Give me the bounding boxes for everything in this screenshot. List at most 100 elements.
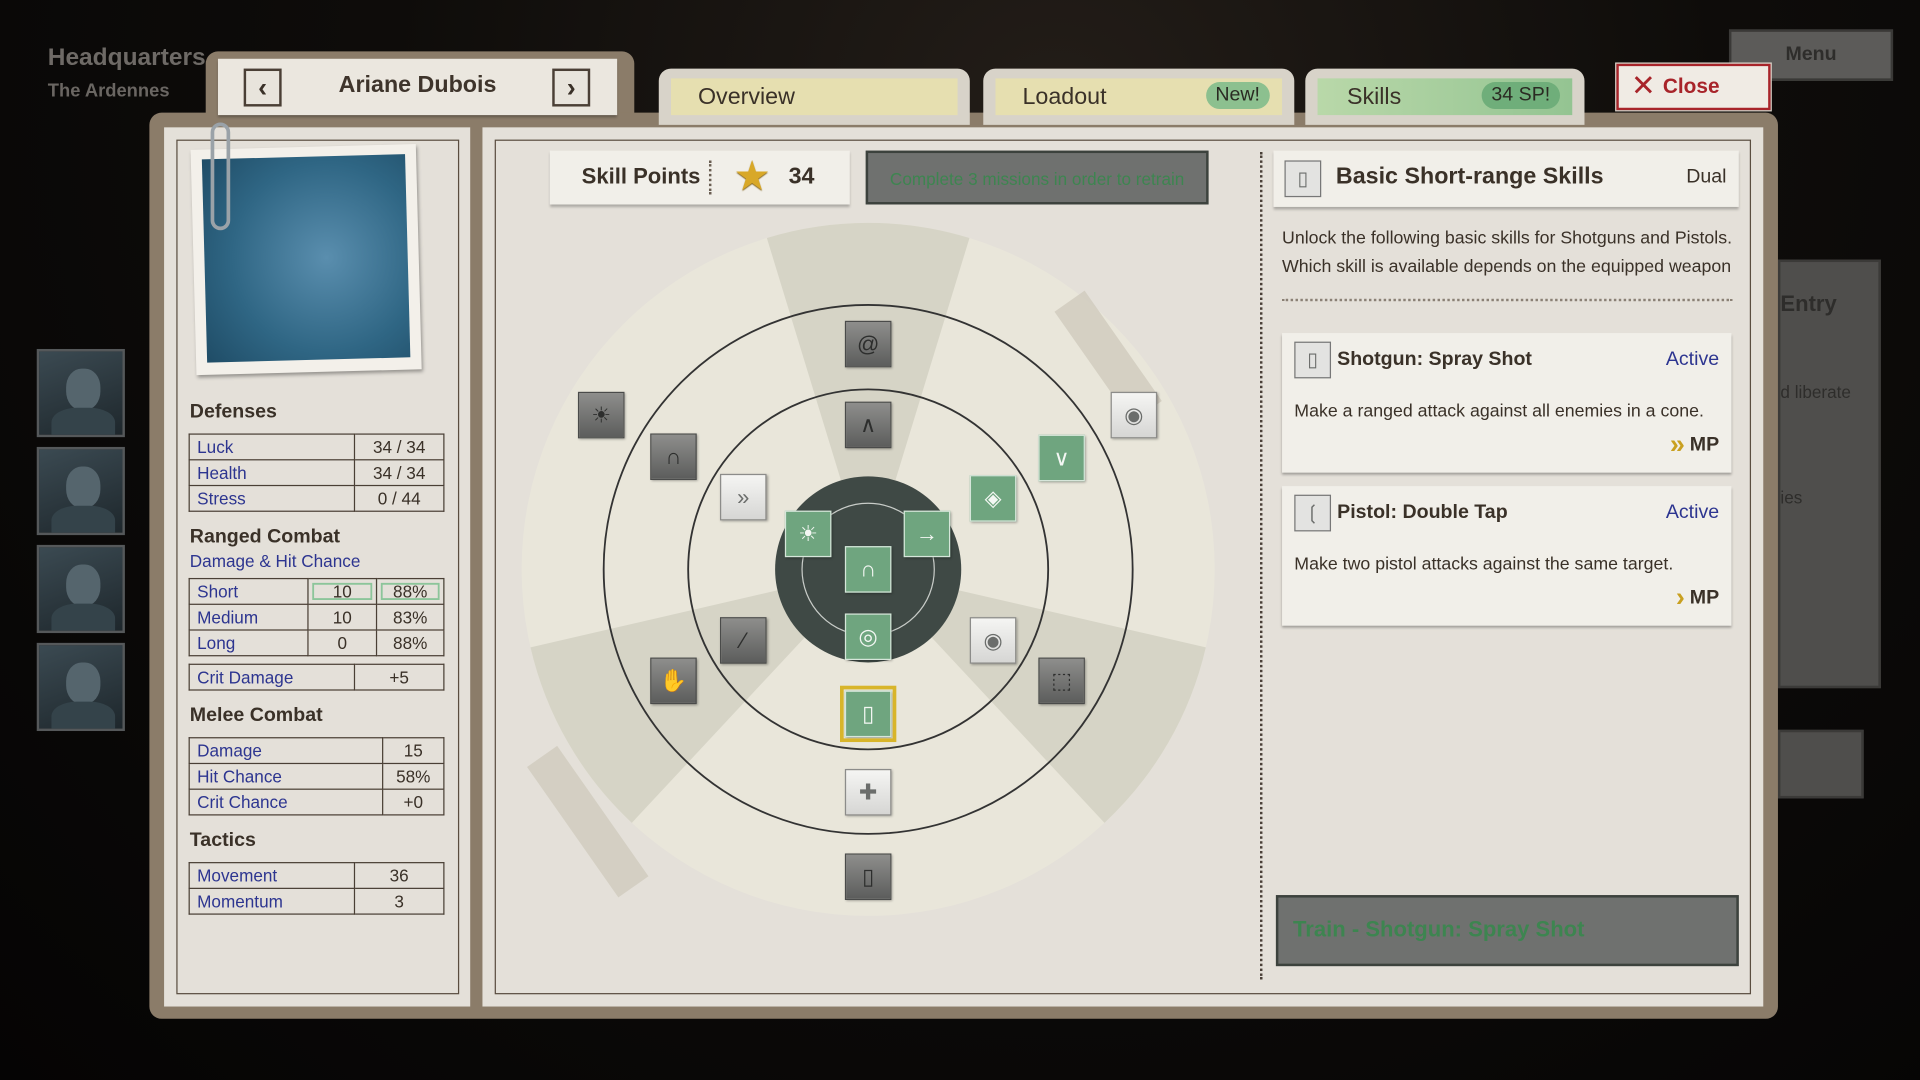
squad-portrait-4[interactable] — [36, 642, 125, 732]
target-icon: ◎ — [858, 623, 878, 649]
stat-label: Damage — [188, 737, 384, 765]
paperclip — [210, 122, 231, 231]
skill-node[interactable]: @ — [844, 320, 892, 368]
defenses-table: Luck 34 / 34 Health 34 / 34 Stress 0 / 44 — [188, 433, 445, 512]
stat-label: Hit Chance — [188, 762, 384, 790]
skill-node[interactable]: » — [720, 473, 767, 521]
character-selector: ‹ Ariane Dubois › — [217, 58, 618, 116]
skill-node[interactable]: ✋ — [650, 657, 697, 705]
bullets-icon: ❲ — [1294, 494, 1332, 532]
skill-node[interactable]: ☀ — [577, 391, 625, 439]
skill-status: Active — [1665, 348, 1720, 370]
skill-name: Pistol: Double Tap — [1337, 502, 1508, 523]
squad-portrait-1[interactable] — [36, 348, 125, 438]
chevron-left-icon: ‹ — [258, 71, 268, 103]
stat-label: Short — [188, 577, 309, 605]
skill-detail-title: Basic Short-range Skills — [1335, 164, 1604, 190]
radiant-figure-icon: ☀ — [798, 521, 819, 546]
dash-path-icon: ⬚ — [1051, 667, 1073, 693]
background-text: d liberate — [1780, 382, 1851, 402]
stat-label: Movement — [188, 862, 356, 889]
stat-label: Medium — [188, 603, 309, 631]
shotgun-shell-icon: ▯ — [1294, 341, 1332, 379]
table-row: Damage 15 — [188, 737, 445, 765]
chevron-icon: › — [1675, 581, 1685, 613]
skill-description: Make two pistol attacks against the same… — [1294, 554, 1674, 575]
background-text: ies — [1780, 487, 1803, 507]
skill-node[interactable]: → — [903, 510, 951, 558]
skill-status: Active — [1665, 502, 1720, 523]
table-row: Medium 10 83% — [188, 603, 445, 631]
skill-node[interactable]: ◎ — [844, 613, 892, 661]
skill-card-spray-shot[interactable]: ▯ Shotgun: Spray Shot Active Make a rang… — [1282, 333, 1732, 473]
tactics-heading: Tactics — [189, 830, 256, 852]
stat-value: 10 — [307, 577, 378, 605]
background-heading: Entry — [1780, 291, 1837, 316]
skill-node[interactable]: ∧ — [844, 401, 892, 449]
stat-value: 34 / 34 — [353, 433, 445, 461]
tab-skills[interactable]: Skills 34 SP! — [1305, 68, 1585, 125]
skill-node[interactable]: ✚ — [844, 768, 892, 816]
close-label: Close — [1662, 74, 1720, 98]
table-row: Long 0 88% — [188, 629, 445, 657]
eye-figure-icon: ◉ — [1124, 402, 1144, 427]
stat-value: 83% — [375, 603, 445, 631]
spiral-icon: @ — [856, 331, 880, 356]
bat-icon: ∧ — [860, 412, 877, 437]
skill-name: Shotgun: Spray Shot — [1337, 348, 1532, 370]
stat-value: 15 — [382, 737, 445, 765]
skill-node[interactable]: ⬚ — [1038, 657, 1085, 705]
stat-value: 0 / 44 — [353, 484, 445, 512]
skill-node[interactable]: ▯ — [840, 685, 897, 743]
skill-card-double-tap[interactable]: ❲ Pistol: Double Tap Active Make two pis… — [1282, 486, 1732, 626]
stat-value: 88% — [375, 577, 445, 605]
tab-overview[interactable]: Overview — [658, 68, 970, 125]
eye-icon: ◉ — [983, 627, 1003, 653]
panel-divider — [1260, 151, 1263, 980]
skill-points-label: Skill Points — [581, 164, 701, 189]
close-icon: ✕ — [1631, 69, 1656, 103]
table-row: Health 34 / 34 — [188, 459, 445, 487]
tab-loadout[interactable]: Loadout New! — [983, 68, 1295, 125]
skill-node[interactable]: ◈ — [969, 475, 1017, 522]
close-button[interactable]: ✕ Close — [1615, 62, 1772, 112]
skill-node[interactable]: ◉ — [1110, 391, 1158, 439]
skill-points-display: Skill Points ★ 34 — [549, 150, 850, 205]
skill-type-tag: Dual — [1686, 166, 1727, 188]
table-row: Crit Chance +0 — [188, 788, 445, 816]
skill-node[interactable]: ◉ — [969, 617, 1017, 664]
skill-detail-header: ▯ Basic Short-range Skills Dual — [1273, 150, 1739, 207]
retrain-button[interactable]: Complete 3 missions in order to retrain — [865, 150, 1209, 205]
skill-node[interactable]: ☀ — [784, 510, 832, 558]
melee-heading: Melee Combat — [189, 705, 323, 727]
skill-node[interactable]: ▯ — [844, 853, 892, 901]
shotgun-shell-icon: ▯ — [1284, 160, 1322, 198]
table-row: Stress 0 / 44 — [188, 484, 445, 512]
skill-node[interactable]: ∩ — [650, 433, 697, 481]
previous-character-button[interactable]: ‹ — [243, 68, 282, 107]
next-character-button[interactable]: › — [552, 68, 591, 107]
skill-node[interactable]: ∨ — [1038, 434, 1085, 482]
skill-points-badge: 34 SP! — [1481, 82, 1561, 109]
stat-value: 10 — [307, 603, 378, 631]
tab-label: Overview — [697, 84, 795, 111]
shield-icon: ◈ — [984, 485, 1002, 511]
feather-icon: ⁄ — [741, 627, 746, 653]
stat-label: Crit Damage — [188, 663, 356, 691]
skill-node[interactable]: ∩ — [844, 546, 892, 593]
table-row: Hit Chance 58% — [188, 762, 445, 790]
skill-node[interactable]: ⁄ — [720, 617, 767, 664]
location-title: Headquarters — [47, 44, 206, 72]
squad-portrait-3[interactable] — [36, 544, 125, 634]
skill-description: Make a ranged attack against all enemies… — [1294, 401, 1704, 422]
star-icon: ★ — [733, 153, 771, 200]
tab-label: Skills — [1346, 84, 1402, 111]
stat-value: 88% — [375, 629, 445, 657]
squad-portrait-2[interactable] — [36, 446, 125, 536]
location-subtitle: The Ardennes — [47, 80, 170, 102]
separator — [1282, 298, 1733, 302]
table-row: Momentum 3 — [188, 887, 445, 915]
train-button[interactable]: Train - Shotgun: Spray Shot — [1275, 895, 1739, 967]
bullet-plus-icon: ✚ — [858, 779, 878, 804]
stat-label: Momentum — [188, 887, 356, 915]
